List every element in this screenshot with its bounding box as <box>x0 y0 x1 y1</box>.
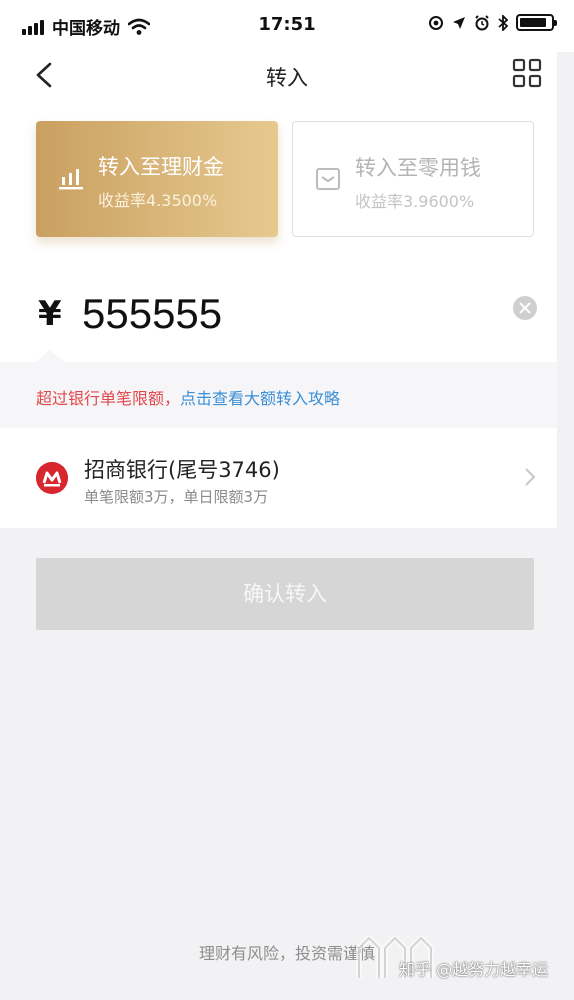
location-icon <box>453 16 465 29</box>
option-lingyongqian[interactable]: 转入至零用钱 收益率3.9600% <box>292 121 534 237</box>
bluetooth-icon <box>498 14 508 31</box>
status-right <box>420 14 557 31</box>
option-title: 转入至零用钱 <box>355 156 481 180</box>
bar-chart-icon <box>59 169 83 190</box>
alarm-icon <box>475 14 489 30</box>
transfer-panel: 转入至理财金 收益率4.3500% 转入至零用钱 收益率3.9600% ¥ 55… <box>0 100 557 362</box>
rotation-lock-icon <box>429 15 443 30</box>
bank-name: 招商银行(尾号3746) <box>84 458 280 482</box>
watermark: 知乎 @越努力越幸运 <box>355 936 565 986</box>
amount-input[interactable]: ¥ 555555 <box>36 290 541 350</box>
option-title: 转入至理财金 <box>98 155 224 179</box>
cmb-logo-icon <box>36 462 68 494</box>
chevron-right-icon <box>525 468 536 486</box>
battery-icon <box>516 14 557 31</box>
large-transfer-guide-link[interactable]: 点击查看大额转入攻略 <box>180 389 340 408</box>
status-bar: 中国移动 17:51 <box>0 0 574 52</box>
option-rate: 收益率4.3500% <box>98 191 218 210</box>
bank-card-selector[interactable]: 招商银行(尾号3746) 单笔限额3万，单日限额3万 <box>0 428 557 528</box>
bank-limit: 单笔限额3万，单日限额3万 <box>84 488 269 506</box>
currency-symbol: ¥ <box>38 294 62 334</box>
grid-icon[interactable] <box>512 58 542 88</box>
limit-tip: 超过银行单笔限额，点击查看大额转入攻略 <box>0 350 557 428</box>
tip-pointer <box>36 350 64 362</box>
watermark-text: 知乎 @越努力越幸运 <box>399 960 549 979</box>
screen: 中国移动 17:51 转入 转入至理财金 收益率4.3500% 转入至零用钱 收… <box>0 0 574 1000</box>
option-rate: 收益率3.9600% <box>355 192 475 211</box>
wallet-icon <box>316 168 340 190</box>
right-edge <box>557 52 574 1000</box>
amount-value[interactable]: 555555 <box>82 290 222 338</box>
battery-level <box>520 18 546 27</box>
limit-warning: 超过银行单笔限额， <box>36 389 181 408</box>
option-licaijin[interactable]: 转入至理财金 收益率4.3500% <box>36 121 278 237</box>
clear-icon[interactable] <box>513 296 537 320</box>
tip-text: 超过银行单笔限额，点击查看大额转入攻略 <box>36 385 340 409</box>
page-title: 转入 <box>266 66 308 90</box>
nav-bar: 转入 <box>0 52 574 100</box>
confirm-transfer-button[interactable]: 确认转入 <box>36 558 534 630</box>
